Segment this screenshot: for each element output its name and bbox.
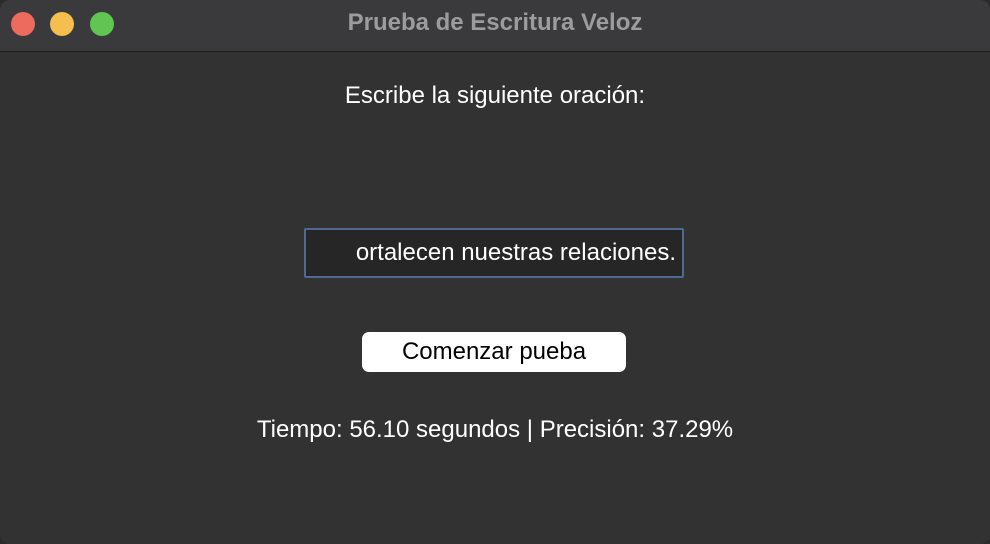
result-label: Tiempo: 56.10 segundos | Precisión: 37.2… [256, 416, 734, 443]
instruction-label: Escribe la siguiente oración: [344, 82, 646, 109]
sentence-field[interactable] [304, 228, 684, 278]
app-window: Prueba de Escritura Veloz Escribe la sig… [0, 0, 990, 544]
sentence-input[interactable] [306, 230, 682, 276]
title-bar[interactable]: Prueba de Escritura Veloz [0, 0, 990, 52]
window-title: Prueba de Escritura Veloz [347, 9, 643, 36]
start-test-button[interactable]: Comenzar pueba [362, 332, 626, 372]
main-content: Escribe la siguiente oración: Comenzar p… [0, 52, 990, 544]
